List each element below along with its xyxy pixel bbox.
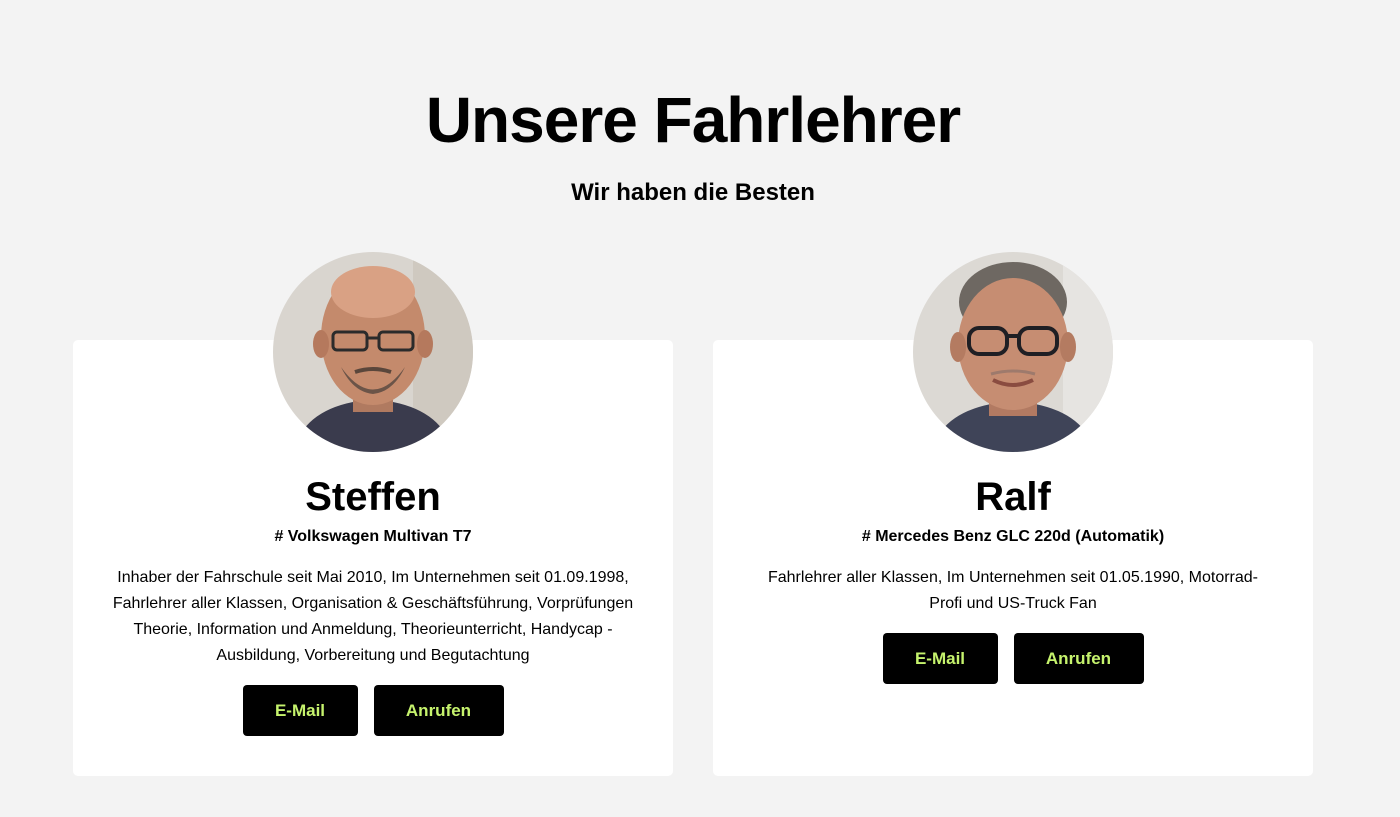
instructor-card-steffen: Steffen # Volkswagen Multivan T7 Inhaber… [73, 252, 673, 776]
call-button[interactable]: Anrufen [1013, 633, 1144, 684]
page-title: Unsere Fahrlehrer [425, 84, 961, 156]
instructor-card-ralf: Ralf # Mercedes Benz GLC 220d (Automatik… [713, 252, 1313, 776]
button-row: E-Mail Anrufen [73, 685, 673, 736]
email-button[interactable]: E-Mail [882, 633, 998, 684]
button-row: E-Mail Anrufen [713, 633, 1313, 684]
instructor-car: # Mercedes Benz GLC 220d (Automatik) [861, 528, 1165, 545]
page-subtitle: Wir haben die Besten [571, 179, 815, 206]
avatar [913, 252, 1113, 452]
email-button[interactable]: E-Mail [242, 685, 358, 736]
avatar [273, 252, 473, 452]
instructor-description: Fahrlehrer aller Klassen, Im Unternehmen… [767, 569, 1258, 612]
instructor-name: Steffen [305, 475, 441, 519]
instructor-description: Inhaber der Fahrschule seit Mai 2010, Im… [112, 569, 634, 664]
portrait-photo-steffen [273, 252, 473, 452]
portrait-photo-ralf [913, 252, 1113, 452]
call-button[interactable]: Anrufen [373, 685, 504, 736]
instructor-car: # Volkswagen Multivan T7 [274, 528, 472, 545]
instructor-name: Ralf [975, 475, 1051, 519]
